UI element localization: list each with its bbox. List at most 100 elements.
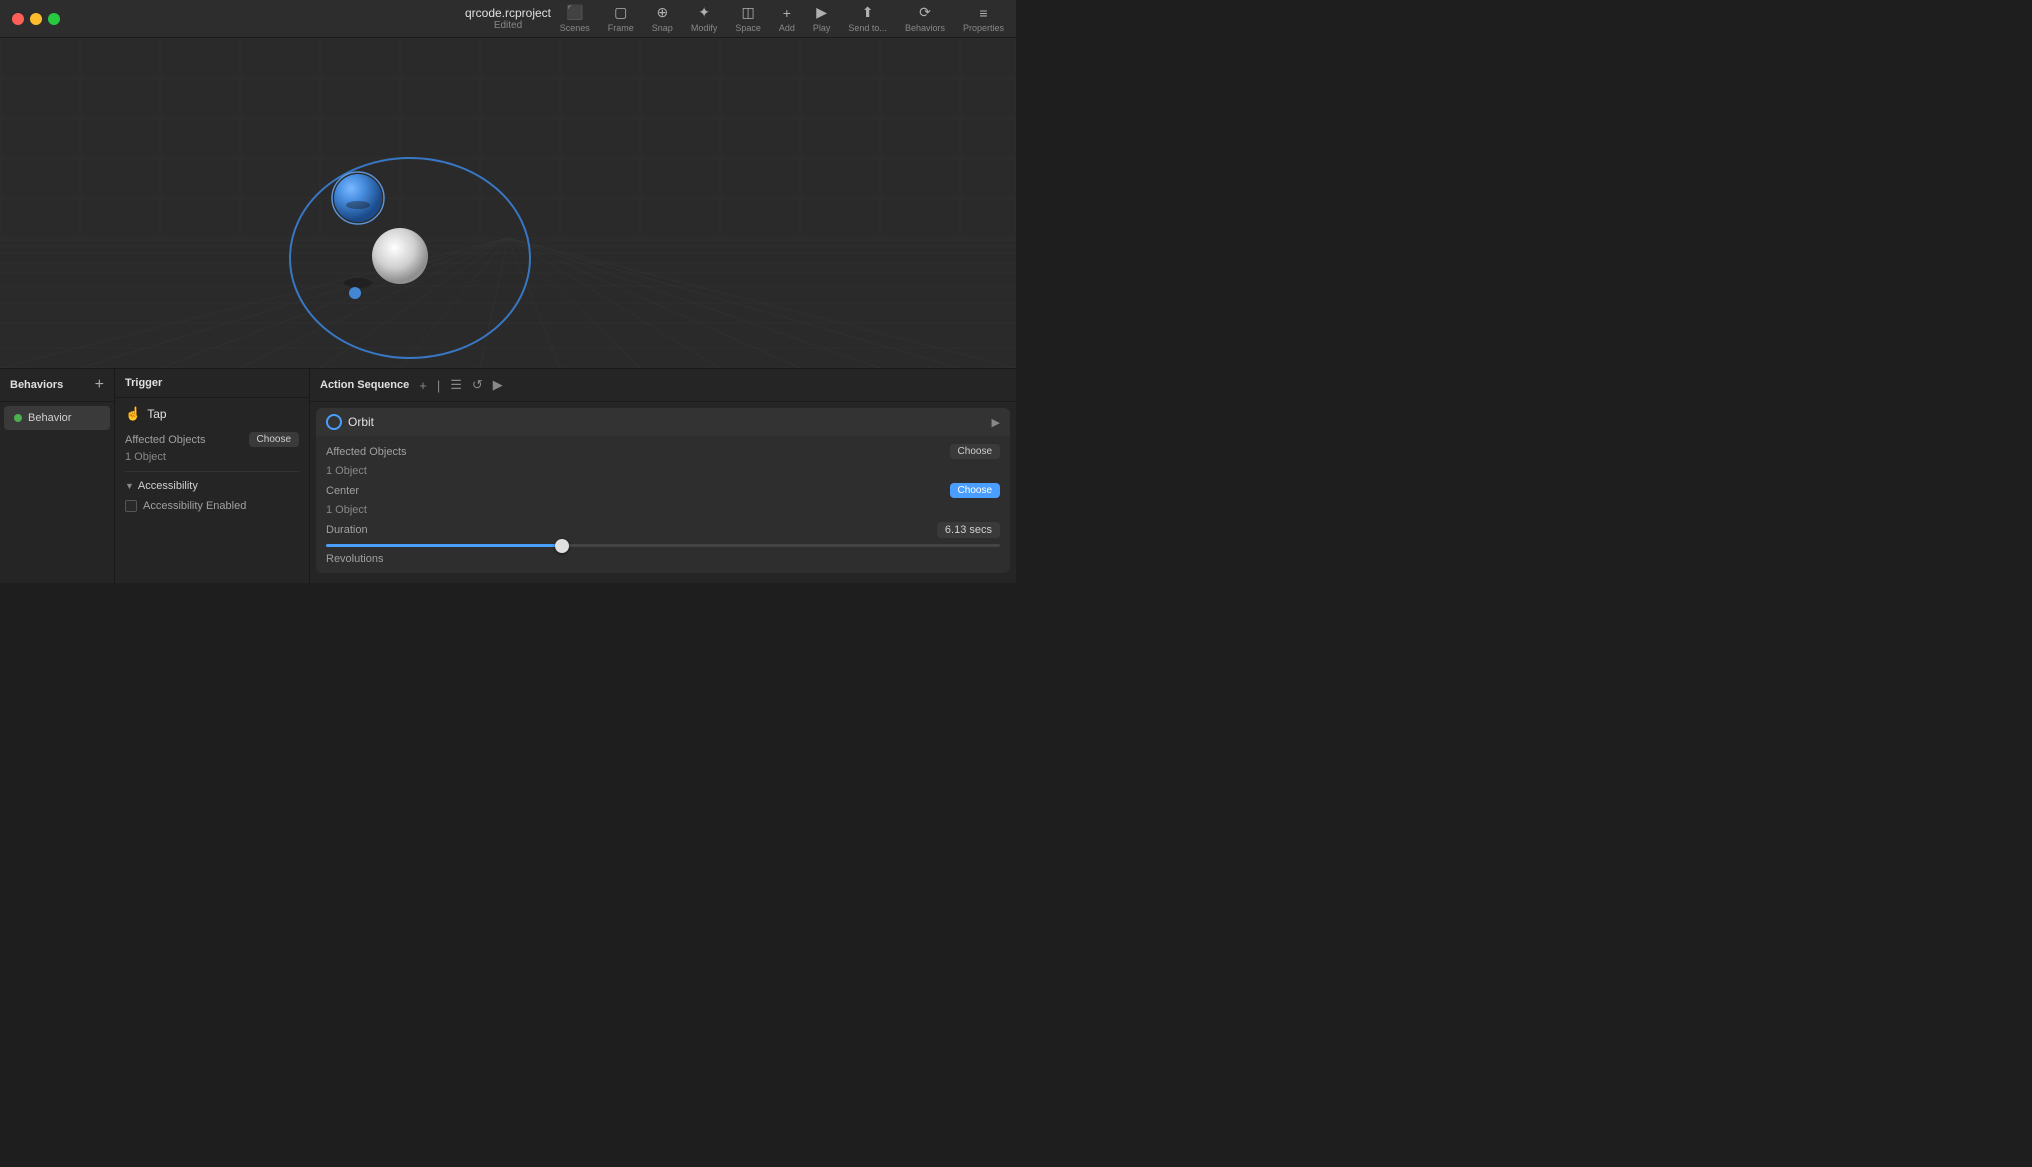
add-label: Add xyxy=(779,23,795,33)
behaviors-panel-title: Behaviors xyxy=(10,379,63,391)
add-button[interactable]: + Add xyxy=(779,5,795,33)
traffic-lights xyxy=(12,13,60,25)
properties-button[interactable]: ≡ Properties xyxy=(963,5,1004,33)
trigger-choose-button[interactable]: Choose xyxy=(249,432,299,447)
main-container: Behaviors + Behavior Trigger ☝ Tap xyxy=(0,38,1016,583)
close-button[interactable] xyxy=(12,13,24,25)
orbit-duration-row: Duration 6.13 secs xyxy=(326,522,1000,538)
space-label: Space xyxy=(735,23,761,33)
slider-track xyxy=(326,544,1000,547)
orbit-icon xyxy=(326,414,342,430)
orbit-duration-value: 6.13 secs xyxy=(937,522,1000,538)
tap-trigger-label: Tap xyxy=(147,407,166,421)
behaviors-button[interactable]: ⟳ Behaviors xyxy=(905,4,945,33)
send-to-icon: ⬆ xyxy=(862,4,874,21)
play-label: Play xyxy=(813,23,831,33)
slider-fill xyxy=(326,544,562,547)
action-loop-button[interactable]: ↺ xyxy=(470,377,485,393)
action-add-button[interactable]: + xyxy=(417,377,429,393)
accessibility-enabled-row: Accessibility Enabled xyxy=(125,500,299,512)
snap-button[interactable]: ⊕ Snap xyxy=(652,4,673,33)
play-icon: ▶ xyxy=(816,4,827,21)
bottom-panel: Behaviors + Behavior Trigger ☝ Tap xyxy=(0,368,1016,583)
modify-label: Modify xyxy=(691,23,718,33)
accessibility-header: ▼ Accessibility xyxy=(125,480,299,492)
play-button[interactable]: ▶ Play xyxy=(813,4,831,33)
trigger-divider xyxy=(125,471,299,472)
orbit-affected-objects-choose-button[interactable]: Choose xyxy=(950,444,1000,459)
space-icon: ◫ xyxy=(741,4,754,21)
trigger-panel-content: ☝ Tap Affected Objects Choose 1 Object ▼… xyxy=(115,398,309,583)
orbit-revolutions-row: Revolutions xyxy=(326,553,1000,565)
behaviors-panel: Behaviors + Behavior xyxy=(0,369,115,583)
orbit-card-body: Affected Objects Choose 1 Object Center … xyxy=(316,436,1010,573)
titlebar: qrcode.rcproject Edited ⬛ Scenes ▢ Frame… xyxy=(0,0,1016,38)
orbit-duration-slider[interactable] xyxy=(326,544,1000,547)
toolbar: ⬛ Scenes ▢ Frame ⊕ Snap ✦ Modify ◫ Space… xyxy=(560,4,1004,33)
send-to-button[interactable]: ⬆ Send to... xyxy=(848,4,887,33)
minimize-button[interactable] xyxy=(30,13,42,25)
orbit-affected-objects-label: Affected Objects xyxy=(326,446,407,458)
orbit-affected-objects-value: 1 Object xyxy=(326,465,367,477)
action-list-button[interactable]: ☰ xyxy=(448,377,464,393)
viewport[interactable] xyxy=(0,38,1016,368)
properties-icon: ≡ xyxy=(979,5,987,21)
orbit-card-header: Orbit ▶ xyxy=(316,408,1010,436)
project-name: qrcode.rcproject xyxy=(465,6,551,20)
orbit-affected-objects-row: Affected Objects Choose xyxy=(326,444,1000,459)
window-title: qrcode.rcproject Edited xyxy=(465,6,551,31)
trigger-affected-objects-label: Affected Objects xyxy=(125,434,206,446)
trigger-affected-objects-row: Affected Objects Choose xyxy=(125,432,299,447)
orbit-center-row: Center Choose xyxy=(326,483,1000,498)
orbit-play-button[interactable]: ▶ xyxy=(992,416,1000,429)
accessibility-enabled-label: Accessibility Enabled xyxy=(143,500,246,512)
frame-icon: ▢ xyxy=(614,4,627,21)
behavior-list-item[interactable]: Behavior xyxy=(4,406,110,430)
action-sequence-panel: Action Sequence + | ☰ ↺ ▶ Orbit xyxy=(310,369,1016,583)
trigger-panel-header: Trigger xyxy=(115,369,309,398)
send-to-label: Send to... xyxy=(848,23,887,33)
action-sequence-title: Action Sequence xyxy=(320,379,409,391)
orbit-card: Orbit ▶ Affected Objects Choose 1 Object xyxy=(316,408,1010,573)
trigger-affected-objects-value: 1 Object xyxy=(125,451,166,463)
orbit-center-value-row: 1 Object xyxy=(326,504,1000,516)
orbit-duration-label: Duration xyxy=(326,524,368,536)
snap-icon: ⊕ xyxy=(656,4,668,21)
tap-trigger-item[interactable]: ☝ Tap xyxy=(125,406,299,422)
action-play-button[interactable]: ▶ xyxy=(491,377,505,393)
add-behavior-button[interactable]: + xyxy=(95,377,104,393)
scenes-label: Scenes xyxy=(560,23,590,33)
modify-icon: ✦ xyxy=(698,4,710,21)
scenes-button[interactable]: ⬛ Scenes xyxy=(560,4,590,33)
action-sequence-header: Action Sequence + | ☰ ↺ ▶ xyxy=(310,369,1016,402)
accessibility-enabled-checkbox[interactable] xyxy=(125,500,137,512)
frame-label: Frame xyxy=(608,23,634,33)
behaviors-toolbar-label: Behaviors xyxy=(905,23,945,33)
edited-label: Edited xyxy=(494,20,522,31)
trigger-panel-title: Trigger xyxy=(125,377,162,389)
orbit-center-value: 1 Object xyxy=(326,504,367,516)
trigger-panel: Trigger ☝ Tap Affected Objects Choose 1 … xyxy=(115,369,310,583)
trigger-affected-objects-value-row: 1 Object xyxy=(125,451,299,463)
orbit-center-choose-button[interactable]: Choose xyxy=(950,483,1000,498)
action-sequence-content: Orbit ▶ Affected Objects Choose 1 Object xyxy=(310,402,1016,583)
behavior-active-indicator xyxy=(14,414,22,422)
orbit-card-left: Orbit xyxy=(326,414,374,430)
orbit-title: Orbit xyxy=(348,415,374,429)
orbit-center-label: Center xyxy=(326,485,359,497)
frame-button[interactable]: ▢ Frame xyxy=(608,4,634,33)
behavior-name-label: Behavior xyxy=(28,412,71,424)
disclosure-icon: ▼ xyxy=(125,481,134,491)
space-button[interactable]: ◫ Space xyxy=(735,4,761,33)
behaviors-icon: ⟳ xyxy=(919,4,931,21)
tap-icon: ☝ xyxy=(125,406,141,422)
orbit-revolutions-label: Revolutions xyxy=(326,553,383,565)
action-separator-button[interactable]: | xyxy=(435,377,442,393)
properties-label: Properties xyxy=(963,23,1004,33)
accessibility-title: Accessibility xyxy=(138,480,198,492)
action-sequence-controls: + | ☰ ↺ ▶ xyxy=(417,377,505,393)
add-icon: + xyxy=(783,5,791,21)
maximize-button[interactable] xyxy=(48,13,60,25)
slider-thumb[interactable] xyxy=(555,539,569,553)
modify-button[interactable]: ✦ Modify xyxy=(691,4,718,33)
